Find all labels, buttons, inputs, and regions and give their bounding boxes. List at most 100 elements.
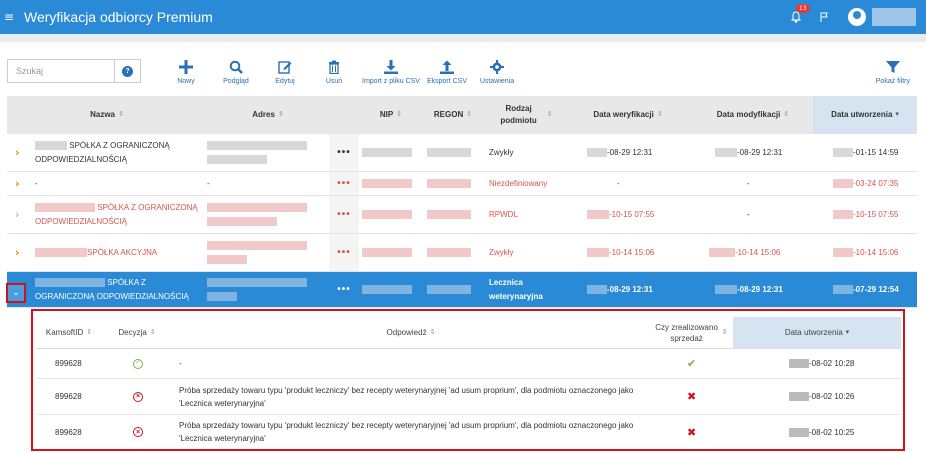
row-more-button[interactable]: ••• bbox=[329, 196, 359, 233]
column-header-created[interactable]: Data utworzenia ▾ bbox=[813, 96, 917, 134]
rejected-icon: × bbox=[133, 427, 143, 437]
row-nip bbox=[362, 134, 422, 171]
row-verified: -10-15 07:55 bbox=[609, 209, 655, 219]
column-header-sold[interactable]: Czy zrealizowano sprzedaż ⇕ bbox=[649, 317, 733, 349]
header-subbar bbox=[0, 34, 926, 42]
history-row[interactable]: 899628 × Próba sprzedaży towaru typu 'pr… bbox=[37, 379, 901, 415]
history-created: -08-02 10:28 bbox=[809, 359, 855, 368]
column-header-regon[interactable]: REGON ⇕ bbox=[423, 96, 483, 134]
history-id: 899628 bbox=[55, 427, 82, 437]
notification-count-badge: 13 bbox=[796, 4, 810, 13]
preview-button[interactable]: Podgląd bbox=[217, 60, 255, 85]
row-nip bbox=[362, 172, 422, 195]
table-row[interactable]: › - - ••• Niezdefiniowany - - -03-24 07:… bbox=[7, 172, 917, 196]
sort-icon: ⇕ bbox=[721, 329, 728, 336]
column-header-kamsoft-id[interactable]: KamsoftID ⇕ bbox=[37, 317, 101, 349]
column-header-address[interactable]: Adres ⇕ bbox=[207, 96, 329, 134]
import-csv-button[interactable]: Import z pliku CSV bbox=[359, 60, 423, 85]
sort-desc-icon: ▾ bbox=[895, 111, 899, 118]
row-nip bbox=[362, 196, 422, 233]
edit-icon bbox=[278, 61, 292, 74]
hamburger-menu-icon[interactable]: ≡ bbox=[4, 10, 20, 24]
delete-label: Usuń bbox=[325, 78, 343, 85]
collapse-chevron-icon[interactable]: ⌄ bbox=[6, 283, 26, 303]
verification-history-panel: KamsoftID ⇕ Decyzja ⇕ Odpowiedź ⇕ Czy zreal… bbox=[31, 309, 905, 451]
table-row-selected[interactable]: SPÓŁKA Z OGRANICZONĄ ODPOWIEDZIALNOŚCIĄ … bbox=[7, 272, 917, 308]
notifications-bell-icon[interactable]: 13 bbox=[782, 0, 810, 34]
row-created: -10-14 15:06 bbox=[853, 247, 899, 257]
column-header-modified[interactable]: Data modyfikacji ⇕ bbox=[693, 96, 813, 134]
row-modified: -08-29 12:31 bbox=[737, 284, 783, 294]
table-row[interactable]: › SPÓŁKA AKCYJNA ••• Zwykły -10-14 15:06… bbox=[7, 234, 917, 272]
upload-icon bbox=[440, 60, 454, 74]
row-type: Lecznica weterynaryjna bbox=[489, 277, 543, 301]
plus-icon bbox=[179, 60, 193, 74]
expand-chevron-icon[interactable]: › bbox=[15, 208, 20, 222]
row-name: SPÓŁKA AKCYJNA bbox=[87, 247, 158, 257]
row-verified: -08-29 12:31 bbox=[607, 147, 653, 157]
search-help-button[interactable]: ? bbox=[115, 59, 141, 83]
row-address bbox=[207, 272, 327, 307]
history-row[interactable]: 899628 ✓ - ✔ -08-02 10:28 bbox=[37, 349, 901, 379]
column-header-nip[interactable]: NIP ⇕ bbox=[359, 96, 423, 134]
sort-icon: ⇕ bbox=[396, 111, 403, 118]
new-button[interactable]: Nowy bbox=[168, 60, 204, 85]
sort-icon: ⇕ bbox=[466, 111, 473, 118]
expand-chevron-icon[interactable]: › bbox=[15, 146, 20, 160]
sort-icon: ⇕ bbox=[783, 111, 790, 118]
row-regon bbox=[427, 272, 477, 307]
table-row[interactable]: › SPÓŁKA Z OGRANICZONĄ ODPOWIEDZIALNOŚCI… bbox=[7, 196, 917, 234]
column-header-actions bbox=[329, 96, 359, 134]
row-nip bbox=[362, 234, 422, 271]
show-filters-button[interactable]: Pokaż filtry bbox=[876, 60, 910, 85]
gear-icon bbox=[490, 60, 504, 74]
filter-icon bbox=[885, 61, 900, 73]
trash-icon bbox=[329, 60, 339, 74]
sort-desc-icon: ▾ bbox=[845, 329, 850, 336]
row-created: -01-15 14:59 bbox=[853, 147, 899, 157]
column-header-decision[interactable]: Decyzja ⇕ bbox=[101, 317, 173, 349]
sort-icon: ⇕ bbox=[429, 329, 436, 336]
column-header-detail-created[interactable]: Data utworzenia ▾ bbox=[733, 317, 901, 349]
column-header-type[interactable]: Rodzaj podmiotu ⇕ bbox=[483, 96, 563, 134]
user-name-redacted[interactable] bbox=[872, 8, 916, 26]
user-avatar[interactable] bbox=[848, 8, 866, 26]
checkmark-icon: ✔ bbox=[687, 357, 697, 370]
row-address bbox=[207, 234, 327, 271]
search-input[interactable]: Szukaj bbox=[7, 59, 115, 83]
export-csv-button[interactable]: Eksport CSV bbox=[425, 60, 469, 85]
column-header-verified[interactable]: Data weryfikacji ⇕ bbox=[563, 96, 693, 134]
download-icon bbox=[384, 60, 398, 74]
row-regon bbox=[427, 196, 477, 233]
delete-button[interactable]: Usuń bbox=[318, 60, 350, 85]
import-csv-label: Import z pliku CSV bbox=[362, 78, 420, 85]
rejected-icon: × bbox=[133, 391, 143, 402]
expand-chevron-icon[interactable]: › bbox=[15, 246, 20, 260]
row-type: Zwykły bbox=[489, 147, 514, 157]
history-created: -08-02 10:26 bbox=[809, 392, 855, 401]
expand-chevron-icon[interactable]: › bbox=[15, 177, 20, 191]
row-nip bbox=[362, 272, 422, 307]
row-more-button[interactable]: ••• bbox=[329, 234, 359, 271]
magnifier-icon bbox=[229, 60, 243, 74]
settings-label: Ustawienia bbox=[479, 78, 515, 85]
sort-icon: ⇕ bbox=[546, 111, 553, 118]
settings-button[interactable]: Ustawienia bbox=[476, 60, 518, 85]
history-answer: - bbox=[179, 359, 182, 368]
column-header-answer[interactable]: Odpowiedź ⇕ bbox=[173, 317, 649, 349]
cross-icon: ✖ bbox=[687, 390, 697, 403]
edit-button[interactable]: Edytuj bbox=[268, 60, 302, 85]
row-more-button[interactable]: ••• bbox=[329, 134, 359, 171]
row-more-button[interactable]: ••• bbox=[329, 272, 359, 307]
column-header-name[interactable]: Nazwa ⇕ bbox=[7, 96, 207, 134]
new-label: Nowy bbox=[177, 78, 195, 85]
sort-icon: ⇕ bbox=[86, 329, 93, 336]
row-more-button[interactable]: ••• bbox=[329, 172, 359, 195]
row-created: -03-24 07:35 bbox=[853, 178, 899, 188]
history-row[interactable]: 899628 × Próba sprzedaży towaru typu 'pr… bbox=[37, 415, 901, 449]
row-regon bbox=[427, 234, 477, 271]
row-modified: - bbox=[747, 178, 750, 188]
flag-icon[interactable] bbox=[810, 0, 838, 34]
header-actions: 13 bbox=[782, 0, 926, 34]
table-row[interactable]: › SPÓŁKA Z OGRANICZONĄ ODPOWIEDZIALNOŚCI… bbox=[7, 134, 917, 172]
